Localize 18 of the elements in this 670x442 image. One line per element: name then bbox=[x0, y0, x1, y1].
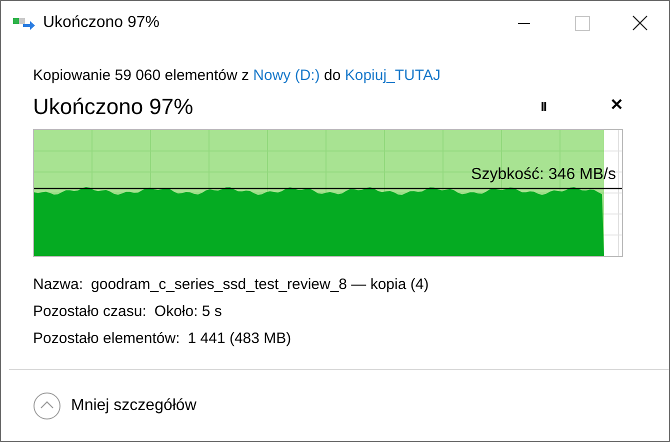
location-link[interactable]: Kopiuj_TUTAJ bbox=[344, 67, 440, 84]
detail-label: Nazwa: bbox=[33, 274, 84, 294]
close-icon bbox=[632, 15, 648, 31]
cancel-button[interactable]: ✕ bbox=[604, 98, 629, 114]
detail-value: 1 441 (483 MB) bbox=[188, 328, 292, 348]
details-toggle[interactable]: Mniej szczegółów bbox=[33, 392, 196, 420]
location-link[interactable]: Nowy (D:) bbox=[253, 67, 320, 84]
pause-button[interactable]: II bbox=[534, 100, 552, 112]
maximize-icon bbox=[574, 16, 590, 30]
detail-label: Pozostało czasu: bbox=[33, 302, 146, 322]
copy-icon bbox=[13, 16, 37, 30]
detail-value: goodram_c_series_ssd_test_review_8 — kopia (4) bbox=[91, 274, 429, 294]
copy-description: Kopiowanie 59 060 elementów z Nowy (D:) do Kopiuj_TUTAJ bbox=[33, 66, 442, 86]
progress-heading: Ukończono 97% bbox=[33, 92, 194, 120]
speed-label: Szybkość: 346 MB/s bbox=[471, 166, 616, 184]
detail-value: Około: 5 s bbox=[154, 302, 222, 322]
detail-label: Pozostało elementów: bbox=[33, 328, 180, 348]
window-title: Ukończono 97% bbox=[43, 13, 161, 33]
